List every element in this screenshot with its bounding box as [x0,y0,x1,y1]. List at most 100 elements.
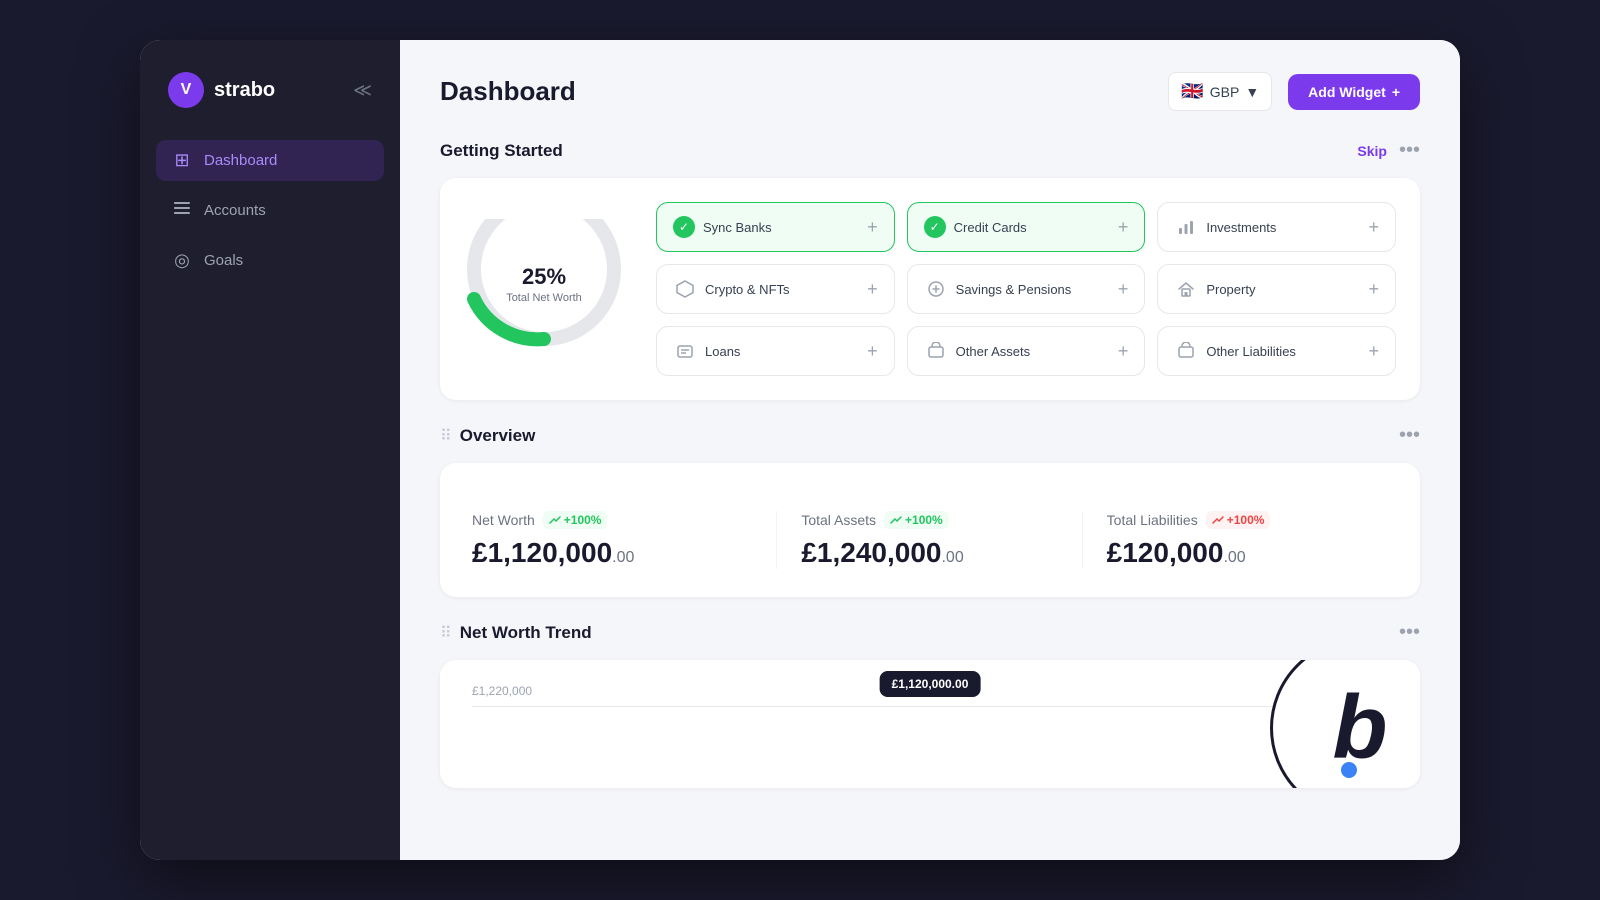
total-assets-amount: £1,240,000 [801,537,941,568]
investments-label: Investments [1206,220,1276,235]
trend-chart-area: £1,220,000 £1,120,000.00 [472,684,1388,764]
savings-pensions-label: Savings & Pensions [956,282,1072,297]
sidebar-item-label-dashboard: Dashboard [204,152,277,169]
savings-add-icon: + [1118,279,1129,300]
sync-banks-check-icon: ✓ [673,216,695,238]
widget-item-other-liabilities[interactable]: Other Liabilities + [1157,326,1396,376]
other-assets-icon [924,339,948,363]
total-liabilities-label: Total Liabilities [1107,512,1198,528]
header: Dashboard 🇬🇧 GBP ▼ Add Widget + [440,72,1420,111]
widget-grid: ✓ Sync Banks + ✓ Credit Cards + [656,202,1396,376]
net-worth-cents: .00 [612,549,634,566]
net-worth-amount: £1,120,000 [472,537,612,568]
add-widget-label: Add Widget [1308,84,1386,100]
overview-net-worth: Net Worth +100% £1,120,000.00 [472,511,777,569]
total-liabilities-amount: £120,000 [1107,537,1224,568]
widget-item-property[interactable]: Property + [1157,264,1396,314]
app-name: strabo [214,79,275,102]
getting-started-actions: Skip ••• [1357,139,1420,162]
goals-icon: ◎ [172,250,192,271]
overview-grid: Net Worth +100% £1,120,000.00 Tota [472,511,1388,569]
property-label: Property [1206,282,1255,297]
trend-tooltip: £1,120,000.00 [880,671,981,697]
loans-add-icon: + [867,341,878,362]
investments-icon [1174,215,1198,239]
widget-item-crypto-nfts[interactable]: Crypto & NFTs + [656,264,895,314]
widget-item-investments[interactable]: Investments + [1157,202,1396,252]
logo-container: V strabo ≪ [156,64,384,116]
other-assets-label: Other Assets [956,344,1030,359]
getting-started-title: Getting Started [440,141,563,161]
donut-label: Total Net Worth [506,292,582,304]
crypto-icon [673,277,697,301]
getting-started-more-button[interactable]: ••• [1399,139,1420,162]
credit-cards-label: Credit Cards [954,220,1027,235]
overview-total-liabilities: Total Liabilities +100% £120,000.00 [1083,511,1388,569]
overview-section-header: ⠿ Overview ••• [440,424,1420,447]
net-worth-trend-section: ⠿ Net Worth Trend ••• £1,220,000 £1,120,… [440,621,1420,788]
sync-banks-add-icon: + [867,217,878,238]
other-assets-add-icon: + [1118,341,1129,362]
other-liabilities-add-icon: + [1368,341,1379,362]
trend-card: £1,220,000 £1,120,000.00 b [440,660,1420,788]
widget-item-credit-cards[interactable]: ✓ Credit Cards + [907,202,1146,252]
chevron-down-icon: ▼ [1245,84,1259,100]
other-liabilities-icon [1174,339,1198,363]
sidebar-item-label-accounts: Accounts [204,202,266,219]
widget-item-savings-pensions[interactable]: Savings & Pensions + [907,264,1146,314]
investments-add-icon: + [1368,217,1379,238]
sidebar-collapse-button[interactable]: ≪ [353,80,372,101]
overview-drag-handle: ⠿ [440,426,452,446]
donut-center: 25% Total Net Worth [506,264,582,304]
trend-section-header: ⠿ Net Worth Trend ••• [440,621,1420,644]
widget-item-sync-banks[interactable]: ✓ Sync Banks + [656,202,895,252]
header-right: 🇬🇧 GBP ▼ Add Widget + [1168,72,1420,111]
total-liabilities-cents: .00 [1223,549,1245,566]
savings-icon [924,277,948,301]
logo-icon: V [168,72,204,108]
overview-total-assets: Total Assets +100% £1,240,000.00 [777,511,1082,569]
net-worth-trend: +100% [543,511,608,529]
loans-icon [673,339,697,363]
currency-flag: 🇬🇧 [1181,81,1203,102]
skip-button[interactable]: Skip [1357,143,1387,159]
add-widget-button[interactable]: Add Widget + [1288,74,1420,110]
total-assets-label: Total Assets [801,512,876,528]
sidebar: V strabo ≪ ⊞ Dashboard Accounts [140,40,400,860]
getting-started-card: 25% Total Net Worth ✓ Sync Banks + [440,178,1420,400]
dashboard-icon: ⊞ [172,150,192,171]
sidebar-item-label-goals: Goals [204,252,243,269]
currency-selector[interactable]: 🇬🇧 GBP ▼ [1168,72,1272,111]
trend-baseline: £1,120,000.00 [472,706,1388,707]
getting-started-content: 25% Total Net Worth ✓ Sync Banks + [464,202,1396,376]
beatport-dot [1341,762,1357,778]
trend-more-button[interactable]: ••• [1399,621,1420,644]
donut-chart: 25% Total Net Worth [464,219,624,359]
crypto-nfts-label: Crypto & NFTs [705,282,790,297]
sidebar-item-dashboard[interactable]: ⊞ Dashboard [156,140,384,181]
crypto-add-icon: + [867,279,878,300]
property-add-icon: + [1368,279,1379,300]
getting-started-section: Getting Started Skip ••• [440,139,1420,400]
overview-card: Net Worth +100% £1,120,000.00 Tota [440,463,1420,597]
page-title: Dashboard [440,76,576,107]
trend-drag-handle: ⠿ [440,623,452,643]
total-liabilities-trend: +100% [1206,511,1271,529]
accounts-icon [172,199,192,222]
sidebar-item-goals[interactable]: ◎ Goals [156,240,384,281]
overview-more-button[interactable]: ••• [1399,424,1420,447]
other-liabilities-label: Other Liabilities [1206,344,1296,359]
widget-item-other-assets[interactable]: Other Assets + [907,326,1146,376]
credit-cards-add-icon: + [1118,217,1129,238]
getting-started-header: Getting Started Skip ••• [440,139,1420,162]
overview-section: ⠿ Overview ••• Net Worth +100% [440,424,1420,597]
beatport-b-letter: b [1333,683,1388,773]
net-worth-label: Net Worth [472,512,535,528]
total-assets-cents: .00 [941,549,963,566]
main-content: Dashboard 🇬🇧 GBP ▼ Add Widget + Getting … [400,40,1460,860]
sync-banks-label: Sync Banks [703,220,772,235]
sidebar-item-accounts[interactable]: Accounts [156,189,384,232]
widget-item-loans[interactable]: Loans + [656,326,895,376]
beatport-logo: b [1270,660,1420,788]
trend-title: Net Worth Trend [460,623,592,643]
